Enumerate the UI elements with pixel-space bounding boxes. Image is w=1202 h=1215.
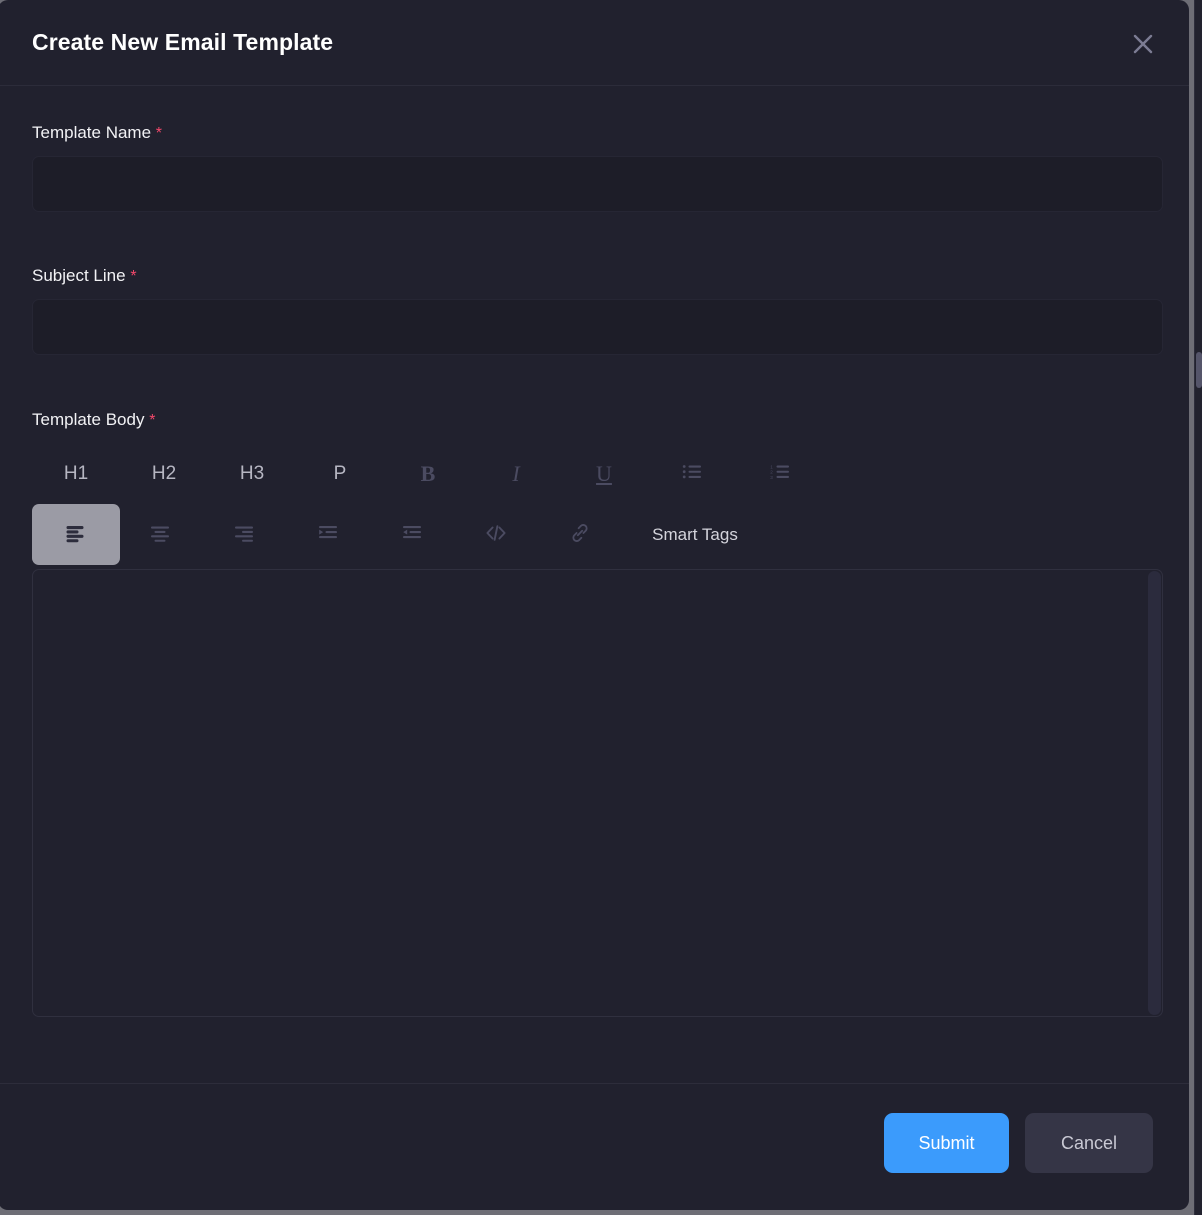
modal-header: Create New Email Template: [0, 0, 1189, 86]
paragraph-button[interactable]: P: [296, 443, 384, 504]
bold-button-label: B: [420, 460, 436, 486]
bullet-list-icon: [680, 460, 704, 487]
template-body-label: Template Body *: [32, 410, 1163, 430]
insert-link-button[interactable]: [536, 504, 624, 565]
subject-line-label-text: Subject Line: [32, 266, 126, 285]
cancel-button[interactable]: Cancel: [1025, 1113, 1153, 1173]
indent-increase-button[interactable]: [284, 504, 372, 565]
create-email-template-modal: Create New Email Template Template Name …: [0, 0, 1189, 1210]
italic-button[interactable]: I: [472, 443, 560, 504]
heading-3-button[interactable]: H3: [208, 443, 296, 504]
paragraph-button-label: P: [333, 462, 347, 484]
template-name-field-group: Template Name *: [32, 123, 1163, 212]
code-icon: [484, 521, 508, 548]
align-left-button[interactable]: [32, 504, 120, 565]
align-right-icon: [232, 521, 256, 548]
template-name-label-text: Template Name: [32, 123, 152, 142]
page-title: Create New Email Template: [32, 29, 334, 55]
template-name-input[interactable]: [32, 156, 1163, 212]
code-block-button[interactable]: [452, 504, 540, 565]
page-scrollbar[interactable]: [1194, 0, 1202, 1215]
rich-text-toolbar: H1 H2 H3 P B I U 1 2 3 Smart Tags: [32, 443, 1163, 565]
smart-tags-label: Smart Tags: [652, 524, 738, 544]
svg-text:3: 3: [770, 475, 773, 480]
heading-2-button[interactable]: H2: [120, 443, 208, 504]
align-right-button[interactable]: [200, 504, 288, 565]
indent-left-icon: [400, 521, 424, 548]
subject-line-field-group: Subject Line *: [32, 266, 1163, 355]
bullet-list-icon[interactable]: [648, 443, 736, 504]
numbered-list-icon[interactable]: 123: [736, 443, 824, 504]
template-name-label: Template Name *: [32, 123, 1163, 143]
heading-1-button-label: H1: [63, 462, 89, 484]
align-center-button[interactable]: [116, 504, 204, 565]
numbered-list-icon: 123: [768, 460, 792, 487]
bold-button[interactable]: B: [384, 443, 472, 504]
template-body-editor[interactable]: [32, 569, 1163, 1017]
align-left-icon: [64, 521, 88, 548]
italic-button-label: I: [512, 460, 520, 486]
editor-scrollbar[interactable]: [1148, 571, 1161, 1015]
close-icon[interactable]: [1128, 29, 1158, 59]
submit-button[interactable]: Submit: [884, 1113, 1009, 1173]
modal-footer: Submit Cancel: [0, 1083, 1189, 1210]
required-marker: *: [155, 125, 163, 142]
underline-button-label: U: [596, 460, 612, 486]
indent-right-icon: [316, 521, 340, 548]
heading-2-button-label: H2: [151, 462, 177, 484]
heading-1-button[interactable]: H1: [32, 443, 120, 504]
heading-3-button-label: H3: [239, 462, 265, 484]
template-body-label-text: Template Body: [32, 410, 145, 429]
template-body-editor-wrap: [32, 569, 1163, 1017]
indent-decrease-button[interactable]: [368, 504, 456, 565]
smart-tags-button[interactable]: Smart Tags: [620, 504, 770, 565]
template-body-field-group: Template Body * H1 H2 H3 P B I U 1 2 3 Smart Tags: [32, 410, 1163, 1017]
required-marker: *: [130, 268, 137, 285]
toolbar-row-formatting: H1 H2 H3 P B I U 1 2 3: [32, 443, 1163, 504]
required-marker: *: [149, 412, 156, 429]
page-scrollbar-thumb[interactable]: [1196, 352, 1202, 388]
align-center-icon: [148, 521, 172, 548]
modal-body: Template Name * Subject Line * Template …: [0, 87, 1189, 1083]
underline-button[interactable]: U: [560, 443, 648, 504]
subject-line-label: Subject Line *: [32, 266, 1163, 286]
link-icon: [568, 521, 592, 548]
subject-line-input[interactable]: [32, 299, 1163, 355]
toolbar-row-alignment: Smart Tags: [32, 504, 1163, 565]
